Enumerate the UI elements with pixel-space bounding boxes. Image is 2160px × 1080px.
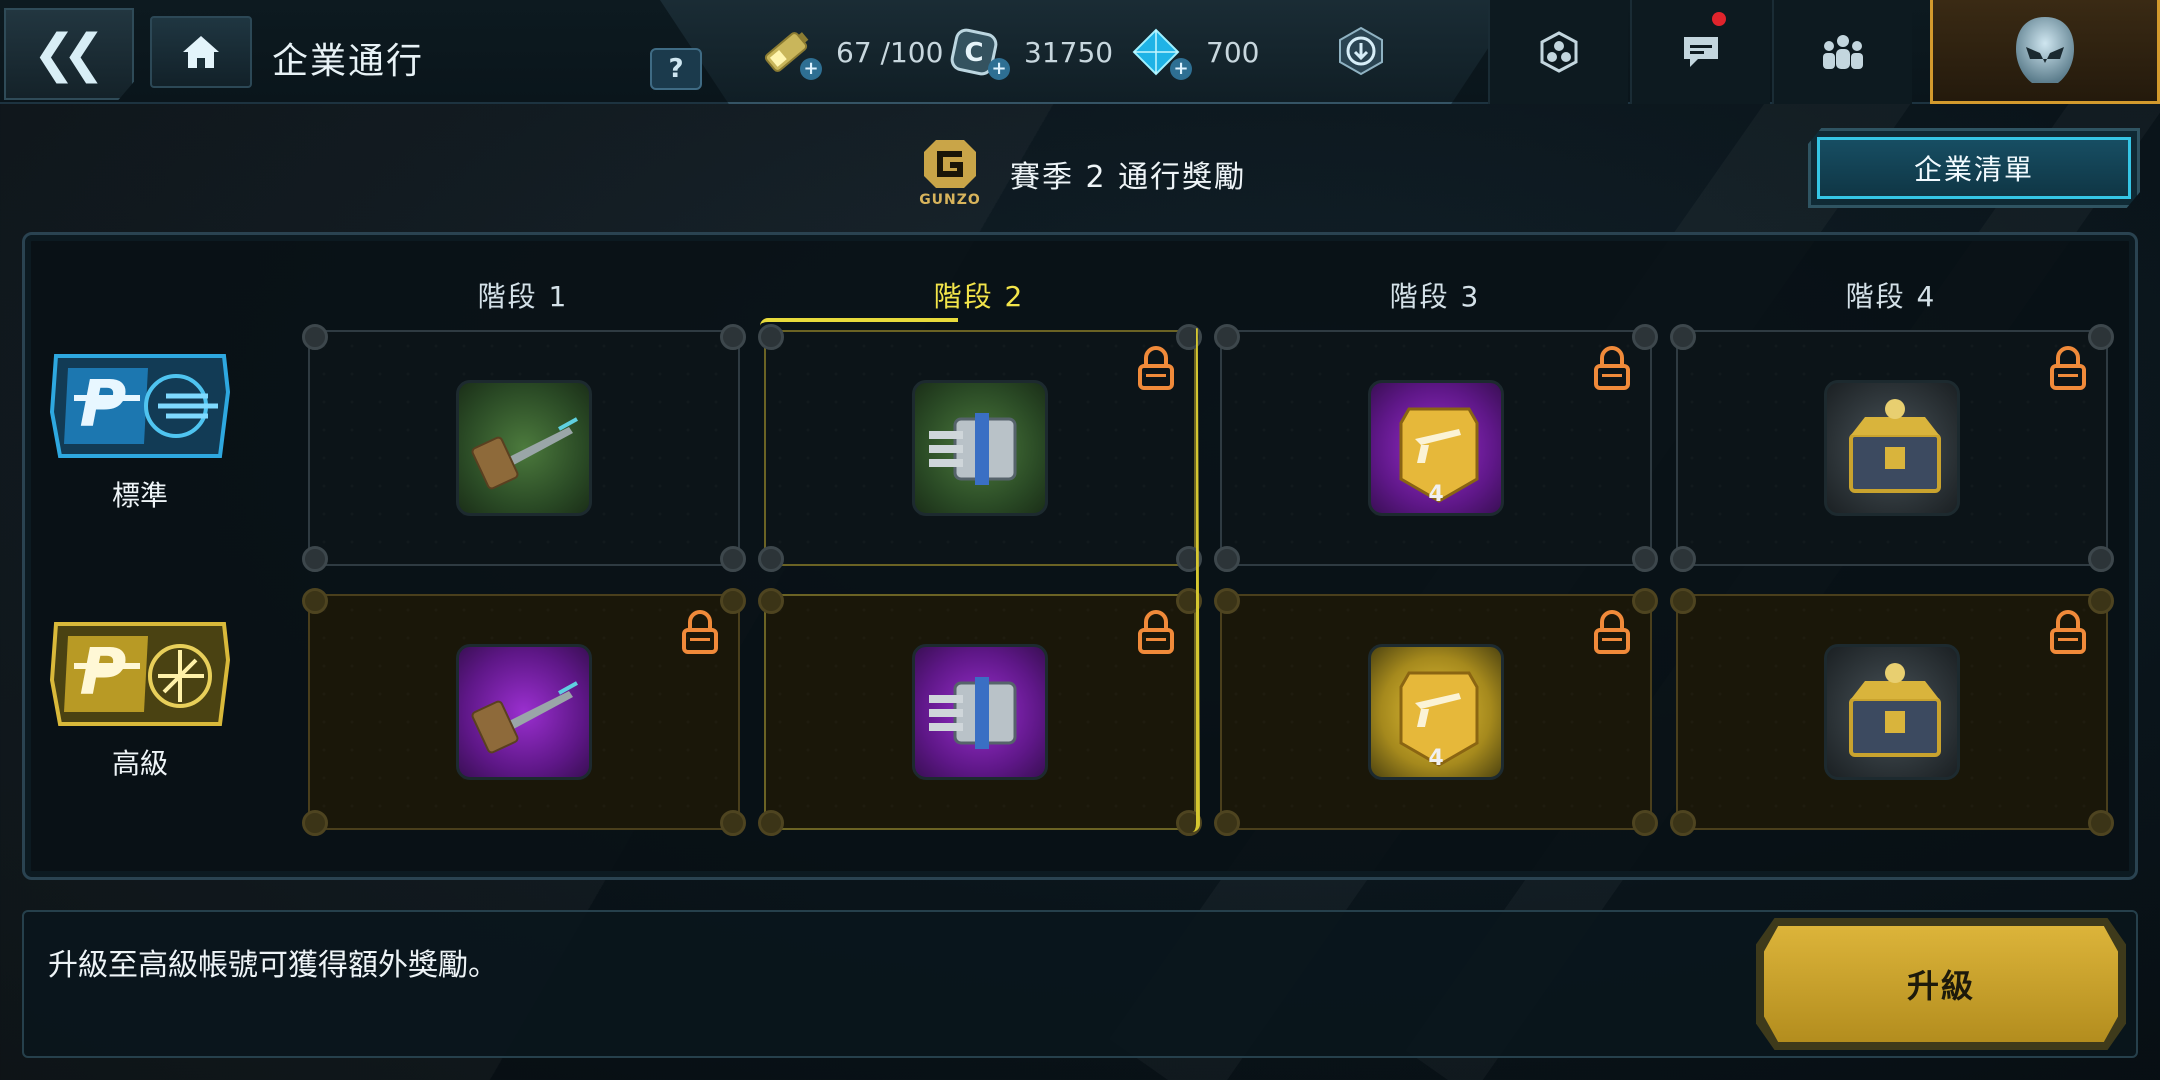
stage-header-1: 階段 1 bbox=[477, 280, 569, 313]
upgrade-button[interactable]: 升級 bbox=[1756, 918, 2126, 1050]
lock-icon bbox=[1138, 610, 1174, 654]
gunzo-logo-text: GUNZO bbox=[919, 192, 981, 208]
premium-pass-icon: P bbox=[48, 620, 232, 728]
currency-energy[interactable]: + 67 /100 bbox=[758, 22, 943, 82]
upgrade-message: 升級至高級帳號可獲得額外獎勵。 bbox=[48, 948, 498, 983]
stage-header-3: 階段 3 bbox=[1389, 280, 1481, 313]
weapon-crate-reward-icon: 4 bbox=[1368, 644, 1504, 780]
back-button[interactable]: ❮❮ bbox=[4, 8, 134, 100]
hammer-reward-icon bbox=[456, 380, 592, 516]
supply-chest-reward-icon bbox=[1824, 380, 1960, 516]
coin-icon: C + bbox=[946, 24, 1010, 80]
reward-slot-premium-4[interactable] bbox=[1670, 588, 2114, 836]
gunzo-logo: GUNZO bbox=[919, 138, 981, 210]
profile-avatar-button[interactable] bbox=[1930, 0, 2160, 104]
add-crystals-icon[interactable]: + bbox=[1170, 58, 1192, 80]
tier-premium: P 高級 bbox=[40, 620, 240, 782]
lock-icon bbox=[682, 610, 718, 654]
corporation-nav-button[interactable] bbox=[1488, 0, 1628, 104]
gatling-reward-icon bbox=[912, 644, 1048, 780]
season-title: 賽季 2 通行獎勵 bbox=[1010, 160, 1247, 195]
standard-pass-icon: P bbox=[48, 352, 232, 460]
corporation-list-button[interactable]: 企業清單 bbox=[1808, 128, 2140, 208]
hammer-reward-icon bbox=[456, 644, 592, 780]
gatling-reward-icon bbox=[912, 380, 1048, 516]
lock-icon bbox=[1594, 610, 1630, 654]
reward-slot-premium-3[interactable]: 4 bbox=[1214, 588, 1658, 836]
svg-text:C: C bbox=[964, 38, 983, 68]
top-bar: ❮❮ 企業通行 ? + 67 /100 C + 31750 + 700 bbox=[0, 0, 2160, 104]
reward-slot-standard-2[interactable] bbox=[758, 324, 1202, 572]
back-icon: ❮❮ bbox=[32, 24, 105, 84]
home-icon bbox=[183, 36, 219, 68]
battery-icon: + bbox=[758, 24, 822, 80]
weapon-crate-reward-icon: 4 bbox=[1368, 380, 1504, 516]
lock-icon bbox=[1138, 346, 1174, 390]
svg-text:P: P bbox=[80, 368, 127, 442]
team-nav-button[interactable] bbox=[1772, 0, 1912, 104]
tier-standard: P 標準 bbox=[40, 352, 240, 514]
stage-header-4: 階段 4 bbox=[1845, 280, 1937, 313]
add-credits-icon[interactable]: + bbox=[988, 58, 1010, 80]
add-energy-icon[interactable]: + bbox=[800, 58, 822, 80]
reward-slot-standard-1[interactable] bbox=[302, 324, 746, 572]
stage-header-2: 階段 2 bbox=[933, 280, 1025, 313]
credits-value: 31750 bbox=[1024, 35, 1114, 69]
crystals-value: 700 bbox=[1206, 35, 1260, 69]
reward-count: 4 bbox=[1428, 746, 1444, 771]
avatar-helmet-icon bbox=[2016, 16, 2074, 83]
chat-icon bbox=[1684, 37, 1718, 67]
chat-nav-button[interactable] bbox=[1630, 0, 1770, 104]
home-button[interactable] bbox=[150, 16, 252, 88]
crystal-icon: + bbox=[1128, 24, 1192, 80]
corporation-list-label: 企業清單 bbox=[1817, 137, 2131, 199]
tier-premium-label: 高級 bbox=[111, 747, 168, 780]
energy-value: 67 /100 bbox=[836, 35, 944, 69]
download-button[interactable] bbox=[1330, 22, 1392, 80]
upgrade-button-label: 升級 bbox=[1764, 926, 2118, 1042]
tier-standard-label: 標準 bbox=[111, 479, 168, 512]
help-button[interactable]: ? bbox=[650, 48, 702, 90]
lock-icon bbox=[1594, 346, 1630, 390]
team-icon bbox=[1823, 35, 1863, 69]
page-title: 企業通行 bbox=[272, 41, 425, 82]
download-icon bbox=[1339, 26, 1383, 76]
gunzo-logo-icon bbox=[924, 140, 976, 188]
lock-icon bbox=[2050, 346, 2086, 390]
reward-count: 4 bbox=[1428, 482, 1444, 507]
reward-slot-premium-2[interactable] bbox=[758, 588, 1202, 836]
lock-icon bbox=[2050, 610, 2086, 654]
svg-text:P: P bbox=[80, 636, 127, 710]
currency-credits[interactable]: C + 31750 bbox=[946, 22, 1113, 82]
currency-crystals[interactable]: + 700 bbox=[1128, 22, 1259, 82]
reward-slot-standard-3[interactable]: 4 bbox=[1214, 324, 1658, 572]
reward-slot-standard-4[interactable] bbox=[1670, 324, 2114, 572]
supply-chest-reward-icon bbox=[1824, 644, 1960, 780]
hexagon-network-icon bbox=[1540, 31, 1578, 73]
notification-dot bbox=[1712, 12, 1726, 26]
season-header: GUNZO 賽季 2 通行獎勵 bbox=[919, 138, 1247, 210]
reward-slot-premium-1[interactable] bbox=[302, 588, 746, 836]
